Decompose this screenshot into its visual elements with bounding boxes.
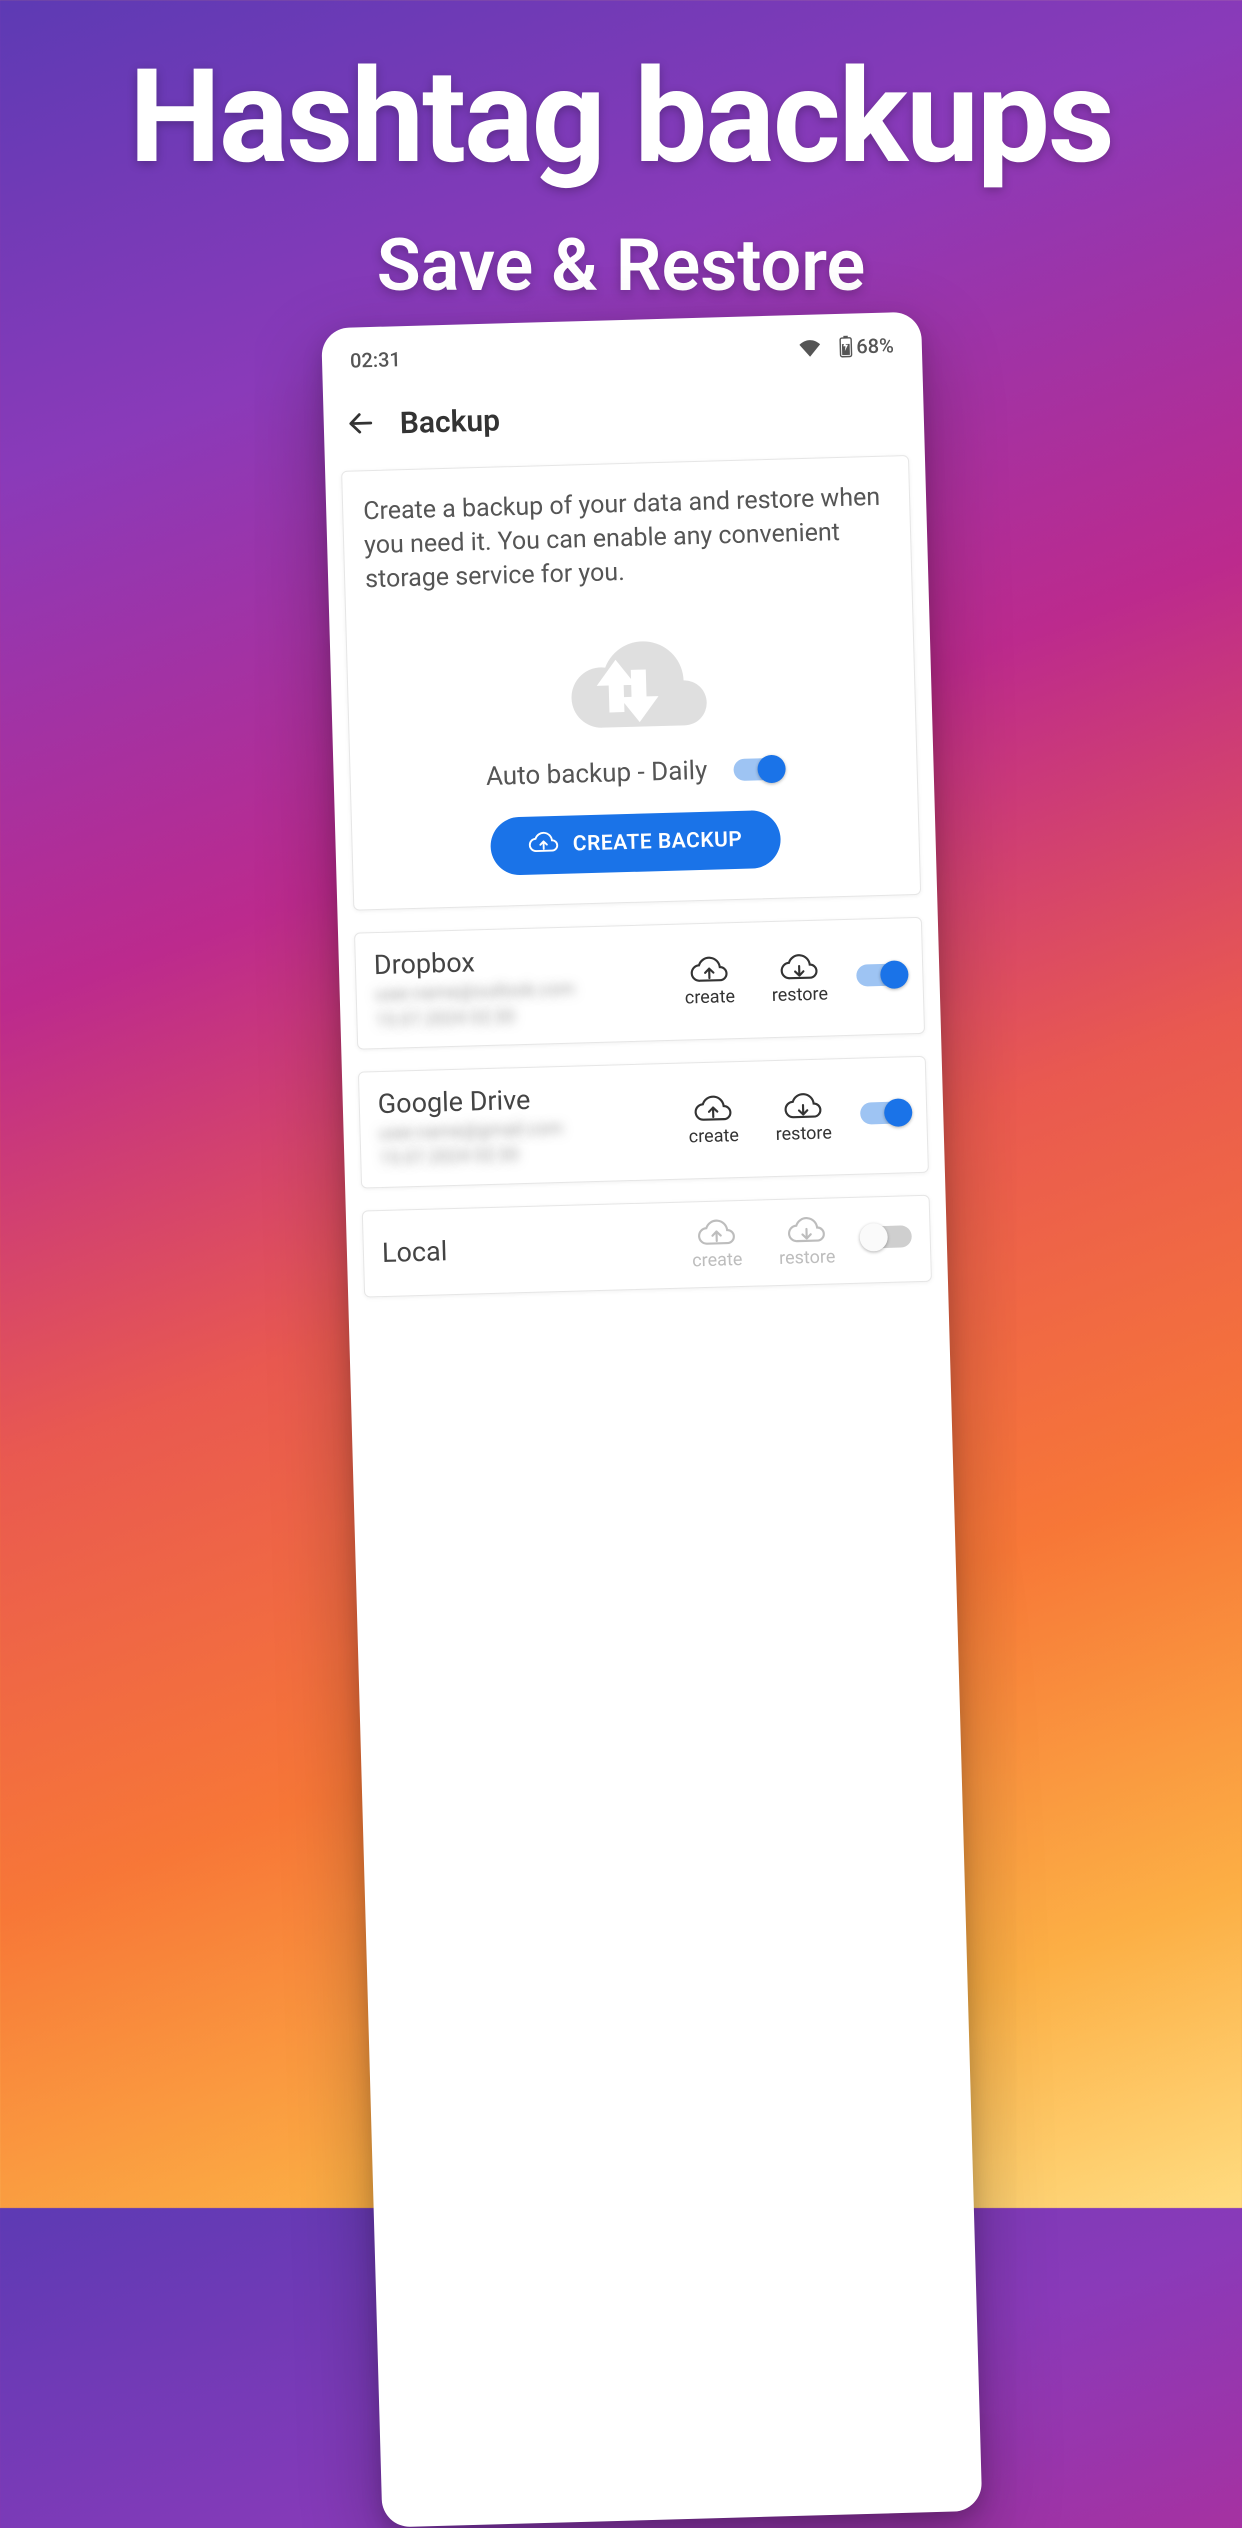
restore-action-dropbox[interactable]: restore bbox=[760, 951, 839, 1006]
backup-hero-card: Create a backup of your data and restore… bbox=[341, 455, 921, 911]
cloud-upload-icon: create bbox=[688, 1125, 739, 1147]
service-toggle-google-drive[interactable] bbox=[860, 1102, 909, 1125]
back-icon[interactable] bbox=[345, 407, 376, 442]
cloud-sync-icon bbox=[539, 605, 723, 749]
service-toggle-local[interactable] bbox=[863, 1226, 912, 1249]
auto-backup-label: Auto backup - Daily bbox=[486, 756, 708, 792]
battery-icon: 68% bbox=[838, 333, 894, 359]
marketing-subtitle: Save & Restore bbox=[0, 223, 1242, 308]
page-title: Backup bbox=[399, 403, 500, 441]
cloud-upload-icon: create bbox=[685, 986, 736, 1008]
marketing-hero: Hashtag backups Save & Restore bbox=[0, 0, 1242, 308]
service-name: Google Drive bbox=[377, 1080, 662, 1120]
wifi-icon bbox=[798, 338, 820, 357]
cloud-upload-icon bbox=[528, 829, 559, 862]
service-card-local: Local create restore bbox=[362, 1195, 932, 1298]
cloud-upload-icon: create bbox=[692, 1249, 743, 1271]
status-time: 02:31 bbox=[350, 347, 401, 372]
cloud-download-icon: restore bbox=[779, 1246, 836, 1269]
service-card-dropbox: Dropbox user.name@outlook.com 15.07.2024… bbox=[354, 917, 925, 1050]
create-backup-button[interactable]: CREATE BACKUP bbox=[490, 810, 782, 876]
create-action-dropbox[interactable]: create bbox=[670, 954, 749, 1009]
service-toggle-dropbox[interactable] bbox=[856, 963, 905, 986]
service-card-google-drive: Google Drive user.name@gmail.com 15.07.2… bbox=[358, 1056, 929, 1189]
cloud-download-icon: restore bbox=[772, 984, 829, 1007]
service-name: Dropbox bbox=[373, 941, 658, 981]
cloud-download-icon: restore bbox=[775, 1122, 832, 1145]
app-bar: Backup bbox=[322, 358, 924, 472]
battery-percent: 68% bbox=[856, 333, 894, 358]
create-action-google-drive[interactable]: create bbox=[674, 1093, 753, 1148]
backup-description: Create a backup of your data and restore… bbox=[363, 481, 892, 597]
create-backup-label: CREATE BACKUP bbox=[572, 828, 742, 857]
auto-backup-row: Auto backup - Daily bbox=[370, 751, 897, 796]
service-name: Local bbox=[382, 1229, 667, 1269]
marketing-title: Hashtag backups bbox=[0, 40, 1242, 193]
restore-action-google-drive[interactable]: restore bbox=[764, 1090, 843, 1145]
restore-action-local[interactable]: restore bbox=[767, 1214, 846, 1269]
phone-frame: 02:31 68% Backup Create a backup of your… bbox=[321, 312, 982, 2528]
auto-backup-toggle[interactable] bbox=[733, 758, 782, 781]
create-action-local[interactable]: create bbox=[677, 1216, 756, 1271]
